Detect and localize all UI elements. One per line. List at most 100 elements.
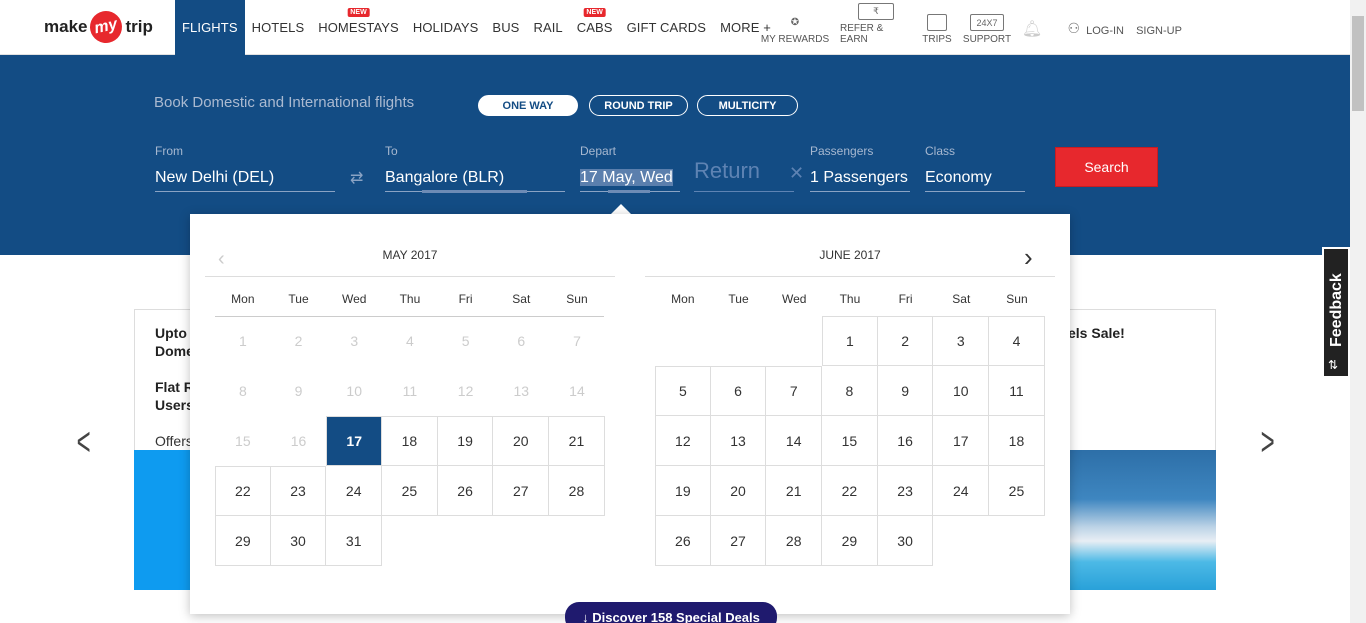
my-rewards-link[interactable]: ✪ MY REWARDS <box>760 0 830 55</box>
trip-type-round-trip[interactable]: ROUND TRIP <box>589 95 688 116</box>
day-cell[interactable]: 14 <box>766 416 823 466</box>
day-cell[interactable]: 24 <box>933 466 990 516</box>
day-cell[interactable]: 11 <box>989 366 1045 416</box>
depart-label: Depart <box>580 144 617 158</box>
day-cell[interactable]: 29 <box>822 516 878 566</box>
day-cell[interactable]: 30 <box>270 516 327 566</box>
depart-field[interactable]: 17 May, Wed <box>580 167 680 193</box>
promo-line-2b: Users <box>155 397 194 413</box>
day-cell[interactable]: 7 <box>766 366 823 416</box>
weekday-label: Tue <box>288 292 309 306</box>
day-cell[interactable]: 22 <box>215 466 271 516</box>
day-grid: 1 2 3 4 5 6 7 8 9 10 11 12 13 14 15 16 17 18 19 20 21 22 23 24 2… <box>655 316 1045 566</box>
nav-flights[interactable]: FLIGHTS <box>175 0 245 55</box>
trips-label: TRIPS <box>922 34 952 45</box>
nav-gift-cards[interactable]: GIFT CARDS <box>620 0 714 55</box>
day-cell: 14 <box>569 383 585 399</box>
offers-link[interactable]: Offers <box>155 432 193 450</box>
day-cell[interactable]: 9 <box>877 366 934 416</box>
nav-rail[interactable]: RAIL <box>526 0 569 55</box>
day-cell[interactable]: 28 <box>766 516 823 566</box>
star-badge-icon: ✪ <box>790 16 800 28</box>
day-cell: 10 <box>346 383 362 399</box>
weekday-header: Mon Tue Wed Thu Fri Sat Sun <box>215 292 605 306</box>
new-badge: NEW <box>583 8 606 17</box>
day-cell[interactable]: 30 <box>877 516 934 566</box>
trips-link[interactable]: TRIPS <box>920 0 954 55</box>
day-cell[interactable]: 23 <box>270 466 327 516</box>
passengers-field[interactable]: 1 Passengers <box>810 167 910 192</box>
feedback-tab[interactable]: Feedback ⇅ <box>1322 247 1350 378</box>
day-cell[interactable]: 13 <box>710 416 767 466</box>
day-cell[interactable]: 16 <box>877 416 934 466</box>
day-cell[interactable]: 4 <box>989 316 1045 366</box>
day-cell[interactable]: 10 <box>933 366 990 416</box>
nav-bus[interactable]: BUS <box>485 0 526 55</box>
search-button[interactable]: Search <box>1055 147 1158 187</box>
to-value: Bangalore (BLR) <box>385 169 505 186</box>
day-cell[interactable]: 1 <box>822 316 878 366</box>
day-cell[interactable]: 2 <box>877 316 934 366</box>
day-cell[interactable]: 26 <box>655 516 711 566</box>
from-field[interactable]: New Delhi (DEL) <box>155 167 335 192</box>
nav-homestays[interactable]: HOMESTAYS NEW <box>311 0 406 55</box>
empty-day-cell <box>766 316 822 366</box>
day-cell[interactable]: 25 <box>382 466 438 516</box>
nav-cabs[interactable]: CABS NEW <box>570 0 620 55</box>
day-cell[interactable]: 5 <box>655 366 711 416</box>
makemytrip-logo[interactable]: make my trip <box>44 8 153 46</box>
day-cell[interactable]: 21 <box>766 466 823 516</box>
day-cell[interactable]: 8 <box>822 366 878 416</box>
day-cell[interactable]: 19 <box>437 416 494 466</box>
day-cell[interactable]: 6 <box>710 366 767 416</box>
class-field[interactable]: Economy <box>925 167 1025 192</box>
day-cell: 13 <box>513 383 530 399</box>
special-deals-button[interactable]: ↓ Discover 158 Special Deals <box>565 602 777 623</box>
bell-icon[interactable]: 🔔︎ <box>1022 0 1042 55</box>
return-field[interactable]: Return <box>694 158 760 184</box>
nav-holidays[interactable]: HOLIDAYS <box>406 0 486 55</box>
day-cell[interactable]: 20 <box>710 466 767 516</box>
passengers-label: Passengers <box>810 144 874 158</box>
login-link[interactable]: ⚇ LOG-IN <box>1064 0 1124 55</box>
trip-type-multicity[interactable]: MULTICITY <box>697 95 798 116</box>
day-cell[interactable]: 22 <box>822 466 878 516</box>
day-cell[interactable]: 27 <box>493 466 550 516</box>
day-cell[interactable]: 20 <box>493 416 550 466</box>
day-cell[interactable]: 18 <box>989 416 1045 466</box>
empty-day-cell <box>711 316 767 366</box>
scrollbar-thumb[interactable] <box>1352 16 1364 111</box>
day-cell[interactable]: 29 <box>215 516 271 566</box>
day-cell[interactable]: 24 <box>326 466 383 516</box>
day-cell[interactable]: 18 <box>382 416 438 466</box>
month-divider <box>645 276 1055 277</box>
swap-icon[interactable]: ⇄ <box>350 168 363 188</box>
day-cell[interactable]: 26 <box>437 466 494 516</box>
carousel-next-icon[interactable]: > <box>1261 420 1275 465</box>
weekday-header: Mon Tue Wed Thu Fri Sat Sun <box>655 292 1045 306</box>
refer-earn-link[interactable]: ₹ REFER & EARN <box>840 0 912 55</box>
day-cell[interactable]: 3 <box>933 316 990 366</box>
day-cell[interactable]: 19 <box>655 466 711 516</box>
day-cell[interactable]: 17 <box>933 416 990 466</box>
support-link[interactable]: 24X7 SUPPORT <box>962 0 1012 55</box>
day-cell[interactable]: 12 <box>655 416 711 466</box>
day-cell: 1 <box>238 333 247 349</box>
day-cell[interactable]: 15 <box>822 416 878 466</box>
day-cell[interactable]: 27 <box>710 516 767 566</box>
day-cell[interactable]: 25 <box>989 466 1045 516</box>
day-cell[interactable]: 23 <box>877 466 934 516</box>
trip-type-one-way[interactable]: ONE WAY <box>478 95 578 116</box>
day-cell[interactable]: 31 <box>326 516 383 566</box>
carousel-prev-icon[interactable]: < <box>77 420 91 465</box>
clear-return-icon[interactable]: ✕ <box>789 163 804 184</box>
nav-hotels[interactable]: HOTELS <box>245 0 312 55</box>
signup-link[interactable]: SIGN-UP <box>1136 0 1182 55</box>
login-label: LOG-IN <box>1086 25 1124 37</box>
selected-day-cell[interactable]: 17 <box>326 416 383 466</box>
logo-text-make: make <box>44 17 88 36</box>
to-field[interactable]: Bangalore (BLR) <box>385 167 565 193</box>
day-cell[interactable]: 21 <box>549 416 605 466</box>
class-label: Class <box>925 144 956 158</box>
day-cell[interactable]: 28 <box>549 466 605 516</box>
